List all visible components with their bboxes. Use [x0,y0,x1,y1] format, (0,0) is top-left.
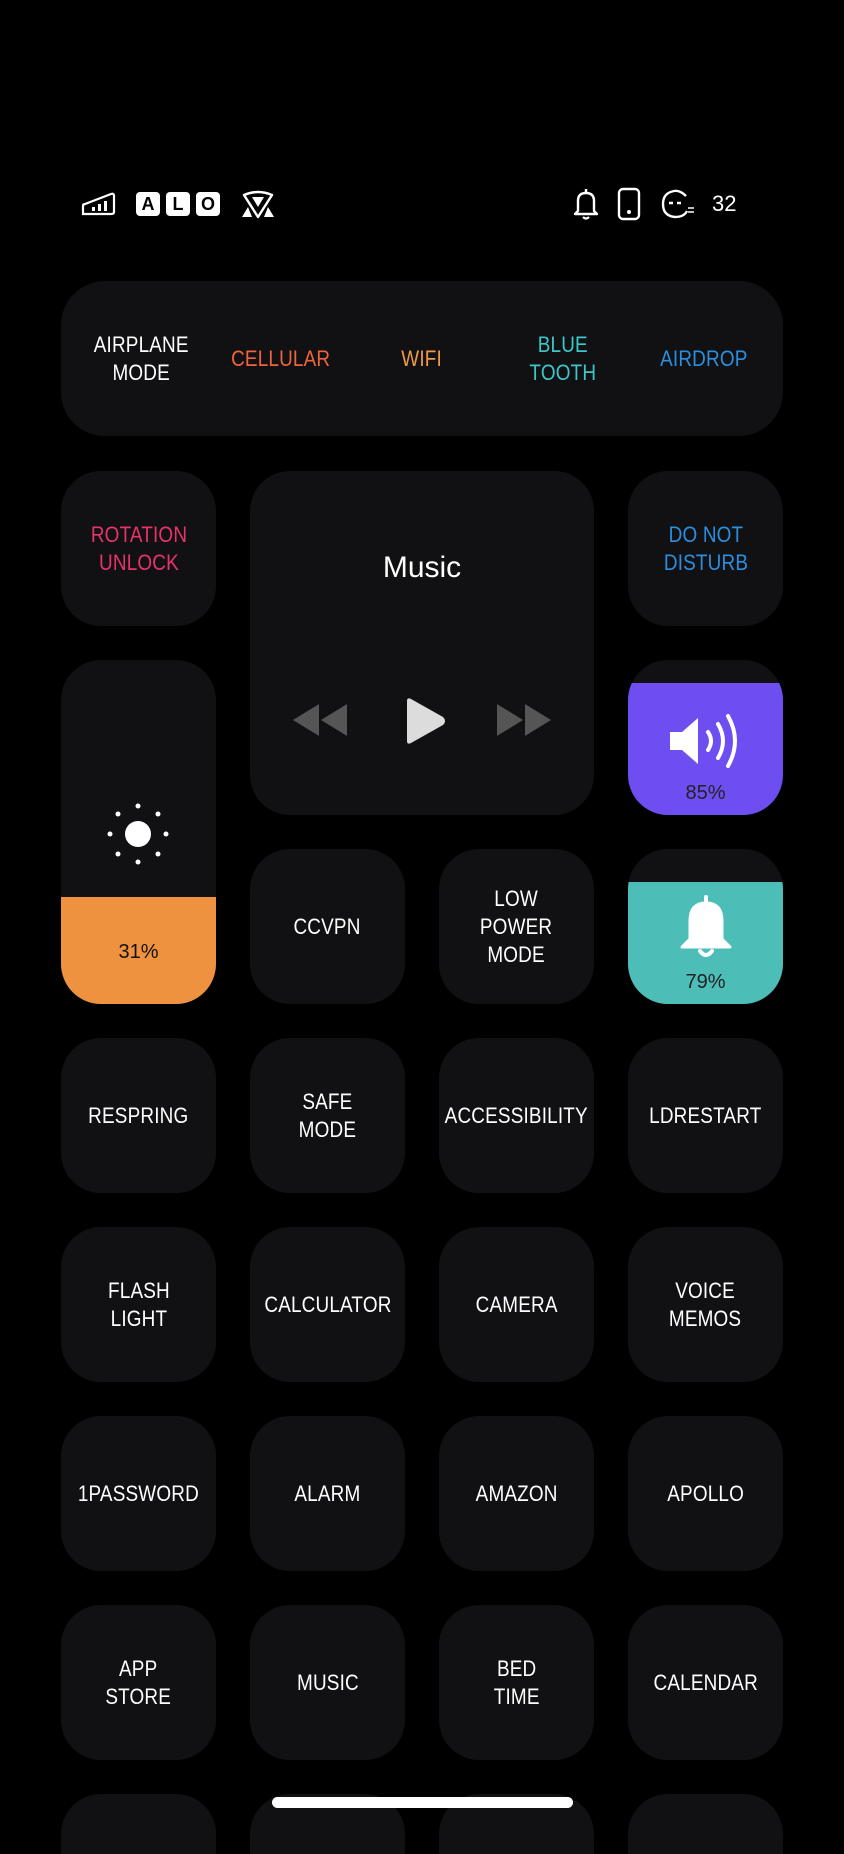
wifi-label: WIFI [401,345,443,371]
battery-level: 32 [712,191,737,216]
safe-mode-button[interactable]: SAFE MODE [250,1038,405,1193]
airplane-mode-label: AIRPLANE MODE [93,331,189,385]
bluetooth-toggle[interactable]: BLUE TOOTH [493,281,633,436]
amazon-button[interactable]: AMAZON [439,1416,594,1571]
rotation-unlock-label: ROTATION UNLOCK [90,521,187,575]
phone-icon [617,187,641,221]
respring-button[interactable]: RESPRING [61,1038,216,1193]
brightness-value: 31% [118,941,159,963]
wifi-toggle[interactable]: WIFI [352,281,492,436]
brightness-slider[interactable]: 31% [61,660,216,1004]
ldrestart-label: LDRESTART [649,1102,762,1128]
cellular-label: CELLULAR [231,345,331,371]
music-title: Music [382,551,462,584]
low-power-mode-button[interactable]: LOW POWER MODE [439,849,594,1004]
camera-label: CAMERA [475,1291,558,1317]
1password-button[interactable]: 1PASSWORD [61,1416,216,1571]
app-store-button[interactable]: APP STORE [61,1605,216,1760]
bluetooth-label: BLUE TOOTH [529,331,597,385]
carrier-letter: O [196,192,220,216]
face-icon [661,189,694,219]
calendar-label: CALENDAR [653,1669,758,1695]
partial-tile[interactable] [628,1794,783,1854]
rotation-unlock-button[interactable]: ROTATION UNLOCK [61,471,216,626]
voice-memos-label: VOICE MEMOS [669,1277,742,1331]
volume-value: 85% [685,782,726,804]
music-label: MUSIC [296,1669,359,1695]
partial-tile[interactable] [61,1794,216,1854]
vpn-shield-icon [242,190,274,219]
cellular-toggle[interactable]: CELLULAR [211,281,351,436]
signal-icon [81,192,116,216]
carrier-letter: A [136,192,160,216]
do-not-disturb-label: DO NOT DISTURB [663,521,748,575]
volume-slider[interactable]: 85% [628,660,783,815]
bedtime-label: BED TIME [493,1655,540,1709]
ccvpn-label: CCVPN [293,913,362,939]
home-indicator[interactable] [272,1797,573,1808]
connectivity-panel: AIRPLANE MODE CELLULAR WIFI BLUE TOOTH A… [61,281,783,436]
alarm-label: ALARM [294,1480,361,1506]
app-store-label: APP STORE [105,1655,172,1709]
play-icon[interactable] [401,695,449,747]
camera-button[interactable]: CAMERA [439,1227,594,1382]
amazon-label: AMAZON [475,1480,558,1506]
bell-icon [573,189,599,220]
sun-icon [107,803,169,865]
rewind-icon[interactable] [289,700,351,740]
fast-forward-icon[interactable] [493,700,555,740]
accessibility-button[interactable]: ACCESSIBILITY [439,1038,594,1193]
calendar-button[interactable]: CALENDAR [628,1605,783,1760]
do-not-disturb-button[interactable]: DO NOT DISTURB [628,471,783,626]
accessibility-label: ACCESSIBILITY [444,1102,589,1128]
ringer-slider[interactable]: 79% [628,849,783,1004]
calculator-button[interactable]: CALCULATOR [250,1227,405,1382]
low-power-mode-label: LOW POWER MODE [480,885,553,967]
carrier-letter: L [166,192,190,216]
safe-mode-label: SAFE MODE [298,1088,357,1142]
bell-icon [680,895,732,957]
1password-label: 1PASSWORD [77,1480,200,1506]
ccvpn-button[interactable]: CCVPN [250,849,405,1004]
airdrop-toggle[interactable]: AIRDROP [634,281,774,436]
bedtime-button[interactable]: BED TIME [439,1605,594,1760]
calculator-label: CALCULATOR [263,1291,392,1317]
flashlight-label: FLASH LIGHT [107,1277,170,1331]
ldrestart-button[interactable]: LDRESTART [628,1038,783,1193]
airplane-mode-toggle[interactable]: AIRPLANE MODE [71,281,211,436]
apollo-label: APOLLO [667,1480,744,1506]
status-bar-right: 32 [570,186,736,222]
apollo-button[interactable]: APOLLO [628,1416,783,1571]
speaker-icon [670,714,737,768]
ringer-value: 79% [685,971,726,993]
voice-memos-button[interactable]: VOICE MEMOS [628,1227,783,1382]
flashlight-button[interactable]: FLASH LIGHT [61,1227,216,1382]
airdrop-label: AIRDROP [660,345,748,371]
status-bar-left: A L O [80,186,276,222]
music-player: Music [250,471,594,815]
respring-label: RESPRING [88,1102,189,1128]
music-button[interactable]: MUSIC [250,1605,405,1760]
alarm-button[interactable]: ALARM [250,1416,405,1571]
